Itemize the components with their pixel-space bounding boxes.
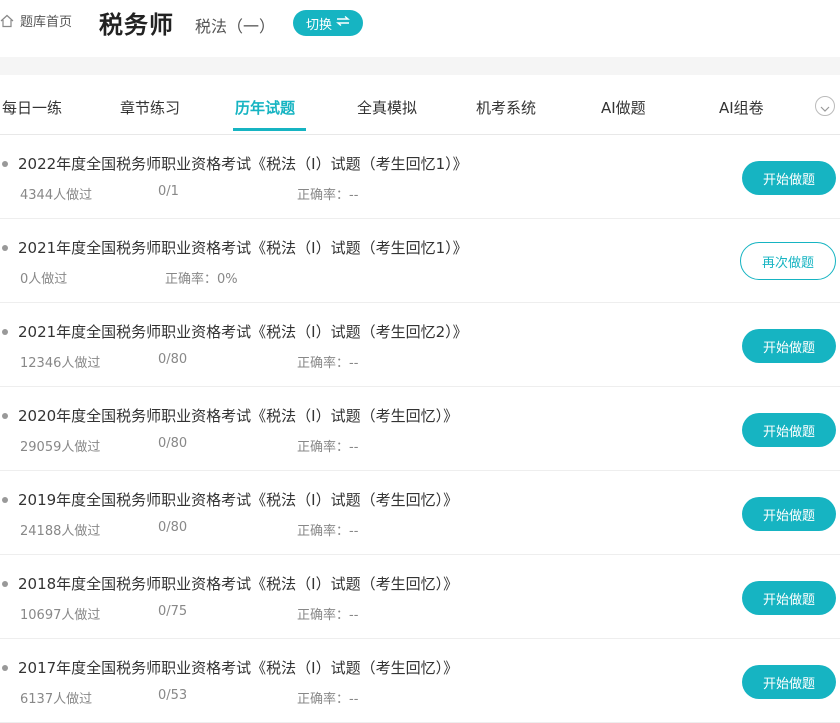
swap-arrows-icon — [336, 15, 350, 31]
progress: 0/1 — [158, 184, 179, 199]
header: 题库首页 税务师 税法（一） 切换 — [0, 0, 840, 50]
progress: 0/80 — [158, 352, 188, 367]
attempt-count: 0人做过 — [20, 272, 68, 287]
home-label: 题库首页 — [20, 15, 73, 30]
tab-past-exams[interactable]: 历年试题 — [235, 97, 295, 118]
start-button[interactable]: 开始做题 — [742, 329, 836, 363]
progress: 0/80 — [158, 520, 188, 535]
accuracy: 正确率：0% — [165, 272, 238, 287]
attempt-count: 10697人做过 — [20, 608, 101, 623]
subsubject-title: 税法（一） — [195, 17, 276, 36]
bullet-dot — [2, 497, 8, 503]
accuracy: 正确率：-- — [297, 608, 359, 623]
switch-label: 切换 — [305, 17, 332, 33]
bullet-dot — [2, 329, 8, 335]
bullet-dot — [2, 245, 8, 251]
more-tabs-button[interactable] — [815, 96, 835, 116]
home-icon — [0, 14, 14, 28]
exam-title[interactable]: 2017年度全国税务师职业资格考试《税法（Ⅰ）试题（考生回忆）》 — [18, 657, 458, 678]
start-button[interactable]: 开始做题 — [742, 413, 836, 447]
accuracy: 正确率：-- — [297, 692, 359, 707]
exam-title[interactable]: 2018年度全国税务师职业资格考试《税法（Ⅰ）试题（考生回忆）》 — [18, 573, 458, 594]
exam-title[interactable]: 2021年度全国税务师职业资格考试《税法（Ⅰ）试题（考生回忆2）》 — [18, 321, 468, 342]
start-button[interactable]: 开始做题 — [742, 161, 836, 195]
progress: 0/75 — [158, 604, 188, 619]
exam-title[interactable]: 2021年度全国税务师职业资格考试《税法（Ⅰ）试题（考生回忆1）》 — [18, 237, 468, 258]
start-button[interactable]: 开始做题 — [742, 665, 836, 699]
list-item: 2019年度全国税务师职业资格考试《税法（Ⅰ）试题（考生回忆）》 24188人做… — [0, 471, 840, 555]
exam-title[interactable]: 2019年度全国税务师职业资格考试《税法（Ⅰ）试题（考生回忆）》 — [18, 489, 458, 510]
list-item: 2020年度全国税务师职业资格考试《税法（Ⅰ）试题（考生回忆）》 29059人做… — [0, 387, 840, 471]
attempt-count: 12346人做过 — [20, 356, 101, 371]
bullet-dot — [2, 581, 8, 587]
redo-button[interactable]: 再次做题 — [740, 242, 836, 280]
list-item: 2018年度全国税务师职业资格考试《税法（Ⅰ）试题（考生回忆）》 10697人做… — [0, 555, 840, 639]
tab-ai-practice[interactable]: AI做题 — [601, 97, 646, 118]
tab-ai-paper[interactable]: AI组卷 — [719, 97, 764, 118]
exam-title[interactable]: 2022年度全国税务师职业资格考试《税法（Ⅰ）试题（考生回忆1）》 — [18, 153, 468, 174]
list-item: 2022年度全国税务师职业资格考试《税法（Ⅰ）试题（考生回忆1）》 4344人做… — [0, 135, 840, 219]
list-item: 2021年度全国税务师职业资格考试《税法（Ⅰ）试题（考生回忆1）》 0人做过 正… — [0, 219, 840, 303]
accuracy: 正确率：-- — [297, 440, 359, 455]
list-item: 2021年度全国税务师职业资格考试《税法（Ⅰ）试题（考生回忆2）》 12346人… — [0, 303, 840, 387]
tab-computer-exam[interactable]: 机考系统 — [476, 97, 536, 118]
accuracy: 正确率：-- — [297, 188, 359, 203]
start-button[interactable]: 开始做题 — [742, 497, 836, 531]
tab-mock-exam[interactable]: 全真模拟 — [357, 97, 417, 118]
tab-chapter-practice[interactable]: 章节练习 — [120, 97, 180, 118]
exam-list: 2022年度全国税务师职业资格考试《税法（Ⅰ）试题（考生回忆1）》 4344人做… — [0, 135, 840, 723]
progress: 0/80 — [158, 436, 188, 451]
subject-title: 税务师 — [99, 11, 174, 39]
progress: 0/53 — [158, 688, 188, 703]
switch-button[interactable]: 切换 — [293, 10, 363, 36]
exam-title[interactable]: 2020年度全国税务师职业资格考试《税法（Ⅰ）试题（考生回忆）》 — [18, 405, 458, 426]
attempt-count: 24188人做过 — [20, 524, 101, 539]
attempt-count: 29059人做过 — [20, 440, 101, 455]
tab-daily-practice[interactable]: 每日一练 — [2, 97, 62, 118]
start-button[interactable]: 开始做题 — [742, 581, 836, 615]
home-link[interactable]: 题库首页 — [0, 11, 72, 30]
bullet-dot — [2, 413, 8, 419]
accuracy: 正确率：-- — [297, 356, 359, 371]
separator-band — [0, 57, 840, 75]
chevron-down-icon — [820, 97, 830, 116]
bullet-dot — [2, 665, 8, 671]
attempt-count: 4344人做过 — [20, 188, 93, 203]
active-tab-indicator — [233, 128, 306, 131]
attempt-count: 6137人做过 — [20, 692, 93, 707]
tab-bar: 每日一练 章节练习 历年试题 全真模拟 机考系统 AI做题 AI组卷 — [0, 75, 840, 135]
accuracy: 正确率：-- — [297, 524, 359, 539]
list-item: 2017年度全国税务师职业资格考试《税法（Ⅰ）试题（考生回忆）》 6137人做过… — [0, 639, 840, 723]
bullet-dot — [2, 161, 8, 167]
